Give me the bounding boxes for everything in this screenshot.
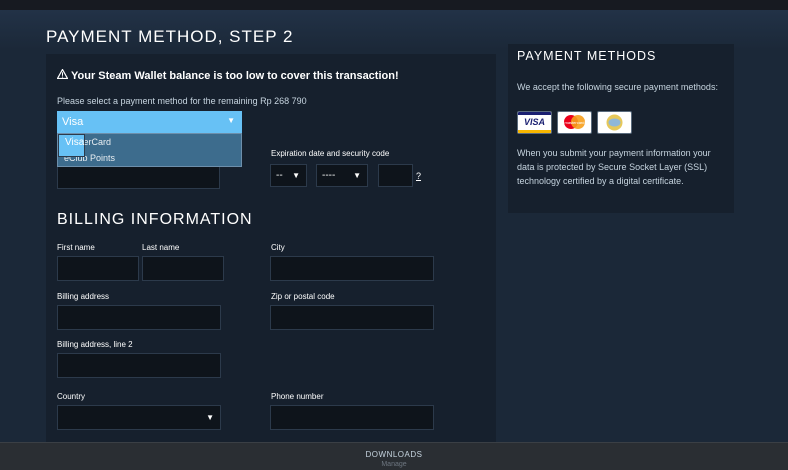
top-bar [0,0,788,10]
payment-method-value: Visa [62,116,84,128]
billing-title: BILLING INFORMATION [57,211,253,228]
payment-method-options: Visa MasterCard eClub Points [57,133,242,167]
phone-label: Phone number [271,392,324,401]
city-input[interactable] [270,256,434,281]
zip-input[interactable] [270,305,434,330]
phone-input[interactable] [270,405,434,430]
eclub-points-icon [597,111,632,134]
payment-methods-title: PAYMENT METHODS [517,49,657,63]
expiration-label: Expiration date and security code [271,149,390,158]
payment-method-select[interactable]: Visa ▼ [57,111,242,133]
visa-label: VISA [523,117,545,127]
select-prompt: Please select a payment method for the r… [57,96,307,106]
chevron-down-icon: ▼ [227,116,235,125]
last-name-input[interactable] [142,256,224,281]
city-label: City [271,243,285,252]
first-name-label: First name [57,243,95,252]
mastercard-label: mastercard [564,120,585,125]
payment-methods-panel: PAYMENT METHODS We accept the following … [508,44,734,213]
card-number-input[interactable] [57,164,220,189]
country-label: Country [57,392,86,401]
downloads-manage-label: Manage [381,461,407,468]
option-eclub-points[interactable]: eClub Points [58,150,241,166]
visa-card-icon: VISA [517,111,552,134]
downloads-bar[interactable]: DOWNLOADS Manage [0,442,788,470]
security-code-input[interactable] [378,164,413,187]
expiration-year-select[interactable]: ---- ▼ [316,164,368,187]
mastercard-icon: mastercard [557,111,592,134]
expiration-month-select[interactable]: -- ▼ [270,164,307,187]
country-select[interactable]: ▼ [57,405,221,430]
downloads-label[interactable]: DOWNLOADS [0,450,788,459]
page-title: PAYMENT METHOD, STEP 2 [46,27,294,46]
chevron-down-icon: ▼ [206,413,214,422]
payment-form-panel: Your Steam Wallet balance is too low to … [46,54,496,442]
expiration-year-value: ---- [322,170,336,181]
warning-text: Your Steam Wallet balance is too low to … [71,70,399,82]
option-mastercard[interactable]: MasterCard [58,134,241,150]
chevron-down-icon: ▼ [353,171,361,180]
security-text: When you submit your payment information… [517,148,711,186]
chevron-down-icon: ▼ [292,171,300,180]
billing-address-label: Billing address [57,292,110,301]
accept-text: We accept the following secure payment m… [517,82,718,92]
option-visa[interactable]: Visa [58,134,86,157]
last-name-label: Last name [142,243,180,252]
billing-address2-input[interactable] [57,353,221,378]
billing-address2-label: Billing address, line 2 [57,340,133,349]
balance-warning: Your Steam Wallet balance is too low to … [56,68,399,82]
security-code-help-link[interactable]: ? [416,171,421,181]
zip-label: Zip or postal code [271,292,335,301]
billing-address-input[interactable] [57,305,221,330]
expiration-month-value: -- [276,170,283,181]
first-name-input[interactable] [57,256,139,281]
warning-triangle-icon [56,68,69,82]
